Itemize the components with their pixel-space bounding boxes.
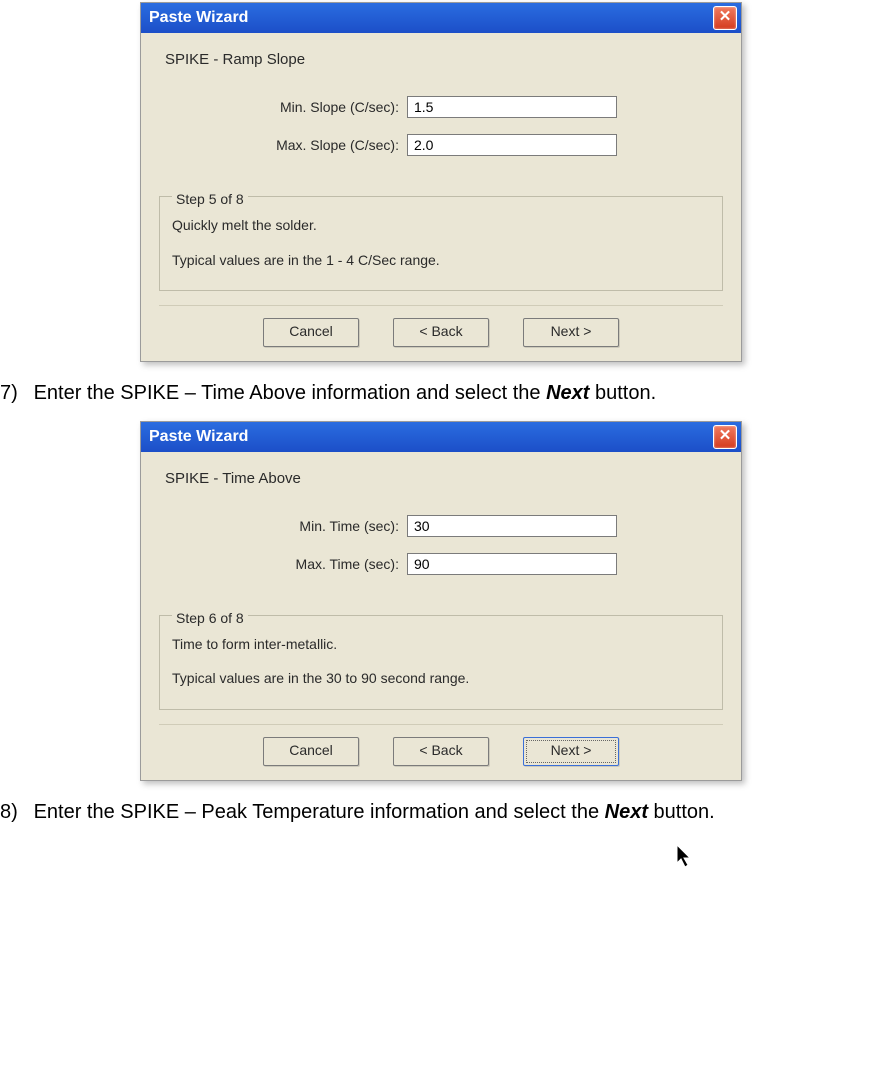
step-description-1: Time to form inter-metallic. (172, 634, 710, 654)
instruction-8: 8) Enter the SPIKE – Peak Temperature in… (0, 801, 889, 824)
min-slope-label: Min. Slope (C/sec): (159, 99, 407, 115)
back-button[interactable]: < Back (393, 318, 489, 347)
titlebar: Paste Wizard ✕ (141, 3, 741, 33)
cursor-icon (677, 845, 699, 871)
min-time-label: Min. Time (sec): (159, 518, 407, 534)
back-button[interactable]: < Back (393, 737, 489, 766)
max-time-input[interactable] (407, 553, 617, 575)
cancel-button[interactable]: Cancel (263, 737, 359, 766)
section-header: SPIKE - Time Above (165, 470, 723, 487)
window-title: Paste Wizard (149, 9, 248, 27)
titlebar: Paste Wizard ✕ (141, 422, 741, 452)
dialog-step5: Paste Wizard ✕ SPIKE - Ramp Slope Min. S… (140, 2, 889, 362)
max-time-label: Max. Time (sec): (159, 556, 407, 572)
step-description-2: Typical values are in the 1 - 4 C/Sec ra… (172, 250, 710, 270)
step-indicator: Step 6 of 8 (172, 608, 248, 628)
max-slope-input[interactable] (407, 134, 617, 156)
min-time-input[interactable] (407, 515, 617, 537)
section-header: SPIKE - Ramp Slope (165, 51, 723, 68)
next-button[interactable]: Next > (523, 737, 619, 766)
window-title: Paste Wizard (149, 428, 248, 446)
cancel-button[interactable]: Cancel (263, 318, 359, 347)
min-slope-input[interactable] (407, 96, 617, 118)
step-description-1: Quickly melt the solder. (172, 215, 710, 235)
close-icon[interactable]: ✕ (713, 425, 737, 449)
max-slope-label: Max. Slope (C/sec): (159, 137, 407, 153)
step-info-box: Step 6 of 8 Time to form inter-metallic.… (159, 615, 723, 710)
step-description-2: Typical values are in the 30 to 90 secon… (172, 668, 710, 688)
close-icon[interactable]: ✕ (713, 6, 737, 30)
dialog-step6: Paste Wizard ✕ SPIKE - Time Above Min. T… (140, 421, 889, 781)
next-button[interactable]: Next > (523, 318, 619, 347)
step-indicator: Step 5 of 8 (172, 189, 248, 209)
instruction-7: 7) Enter the SPIKE – Time Above informat… (0, 382, 889, 405)
step-info-box: Step 5 of 8 Quickly melt the solder. Typ… (159, 196, 723, 291)
